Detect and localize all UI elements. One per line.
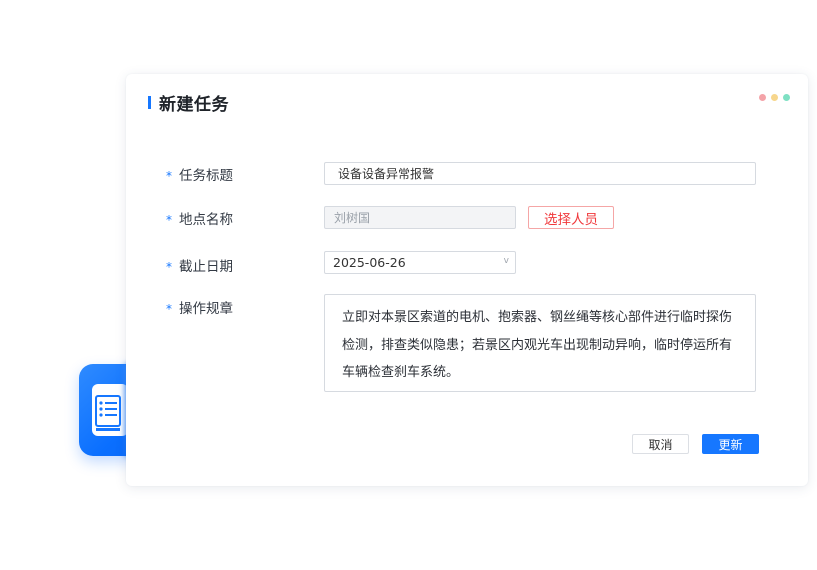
operating-rules-label: * 操作规章 [166,297,233,317]
location-name-label-text: 地点名称 [179,212,233,228]
location-name-input: 刘树国 [324,206,516,229]
dialog-title: 新建任务 [159,95,229,115]
deadline-value: 2025-06-26 [333,255,406,270]
location-name-label: * 地点名称 [166,208,233,228]
title-accent-bar [148,96,151,109]
new-task-dialog: 新建任务 * 任务标题 设备设备异常报警 * 地点名称 刘树国 选择人员 * 截止日期… [126,74,808,486]
update-button[interactable]: 更新 [702,434,759,454]
required-mark: * [166,260,172,274]
stage: 新建任务 * 任务标题 设备设备异常报警 * 地点名称 刘树国 选择人员 * 截止日期… [0,0,817,570]
select-person-button[interactable]: 选择人员 [528,206,614,229]
deadline-date-picker[interactable]: 2025-06-26 v [324,251,516,274]
operating-rules-textarea[interactable]: 立即对本景区索道的电机、抱索器、钢丝绳等核心部件进行临时探伤检测，排查类似隐患；… [324,294,756,392]
minimize-dot-icon[interactable] [771,94,778,101]
operating-rules-label-text: 操作规章 [179,301,233,317]
cancel-button[interactable]: 取消 [632,434,689,454]
required-mark: * [166,302,172,316]
checklist-document-icon [92,384,128,436]
deadline-label-text: 截止日期 [179,259,233,275]
deadline-label: * 截止日期 [166,255,233,275]
window-controls [759,94,790,101]
chevron-down-icon[interactable]: v [504,256,509,266]
close-dot-icon[interactable] [759,94,766,101]
maximize-dot-icon[interactable] [783,94,790,101]
task-title-input[interactable]: 设备设备异常报警 [324,162,756,185]
dialog-header: 新建任务 [148,90,229,115]
required-mark: * [166,169,172,183]
task-title-label-text: 任务标题 [179,168,233,184]
required-mark: * [166,213,172,227]
task-title-label: * 任务标题 [166,164,233,184]
